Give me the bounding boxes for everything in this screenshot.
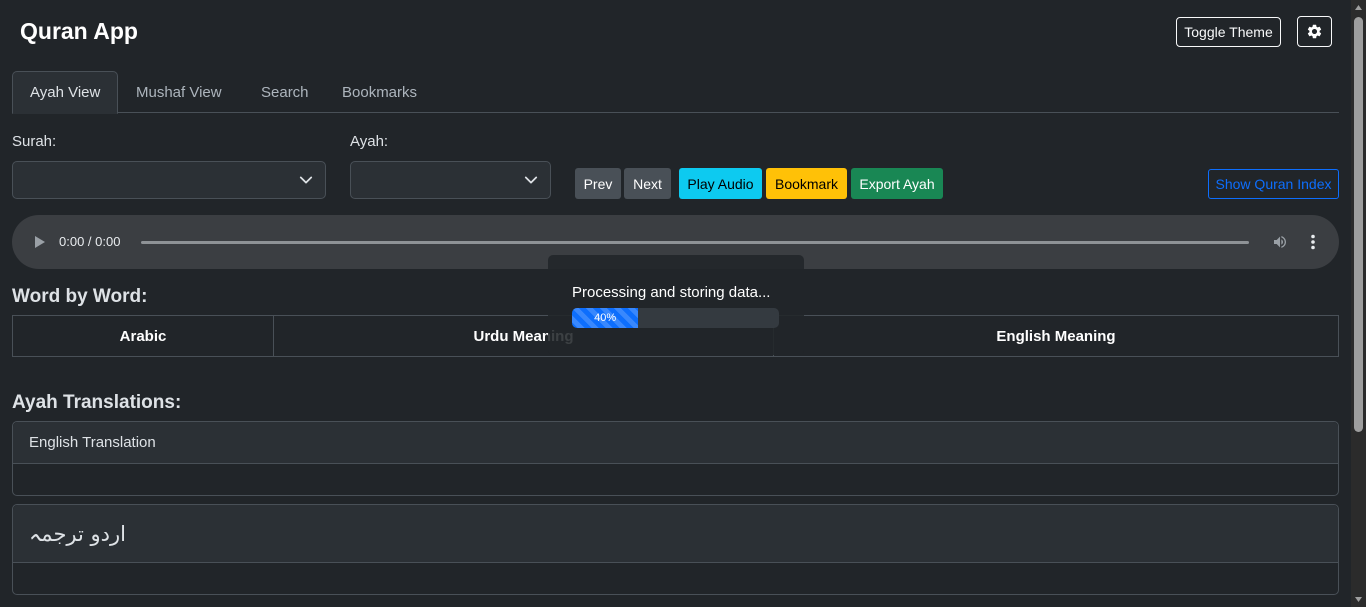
loading-progress-bar: 40%: [572, 308, 639, 328]
settings-button[interactable]: [1297, 16, 1332, 47]
chevron-down-icon: [524, 176, 538, 184]
column-header-english-meaning: English Meaning: [996, 327, 1116, 345]
scroll-down-icon[interactable]: [1354, 596, 1363, 603]
show-quran-index-button[interactable]: Show Quran Index: [1208, 169, 1339, 199]
ayah-select[interactable]: [350, 161, 551, 199]
bookmark-button[interactable]: Bookmark: [766, 168, 847, 199]
surah-label: Surah:: [12, 133, 57, 150]
export-ayah-button[interactable]: Export Ayah: [851, 168, 943, 199]
ayah-translations-heading: Ayah Translations:: [12, 392, 182, 413]
audio-time: 0:00 / 0:00: [59, 234, 121, 249]
english-translation-card: English Translation: [12, 421, 1339, 496]
tab-bookmarks[interactable]: Bookmarks: [325, 71, 434, 113]
toggle-theme-button[interactable]: Toggle Theme: [1176, 17, 1281, 47]
scrollbar-thumb[interactable]: [1354, 17, 1363, 432]
play-audio-button[interactable]: Play Audio: [679, 168, 762, 199]
word-by-word-heading: Word by Word:: [12, 286, 148, 307]
volume-icon[interactable]: [1271, 234, 1289, 250]
urdu-translation-card: اردو ترجمہ: [12, 504, 1339, 595]
english-translation-header: English Translation: [13, 422, 1338, 464]
surah-select[interactable]: [12, 161, 326, 199]
app-title: Quran App: [20, 18, 138, 44]
tab-mushaf-view[interactable]: Mushaf View: [119, 71, 239, 113]
column-header-arabic: Arabic: [13, 316, 274, 356]
audio-seek-bar[interactable]: [141, 241, 1249, 244]
prev-button[interactable]: Prev: [575, 168, 621, 199]
urdu-translation-header: اردو ترجمہ: [13, 505, 1338, 563]
loading-message: Processing and storing data...: [572, 284, 771, 301]
page-scrollbar[interactable]: [1351, 0, 1366, 607]
more-options-icon[interactable]: [1310, 234, 1316, 250]
loading-progress: 40%: [572, 308, 779, 328]
tab-ayah-view[interactable]: Ayah View: [12, 71, 119, 114]
view-tabs: Ayah View Mushaf View Search Bookmarks: [12, 71, 1339, 114]
gear-icon: [1307, 24, 1322, 39]
chevron-down-icon: [299, 176, 313, 184]
tab-search[interactable]: Search: [244, 71, 326, 113]
loading-overlay: Processing and storing data... 40%: [548, 255, 804, 355]
next-button[interactable]: Next: [624, 168, 671, 199]
scroll-up-icon[interactable]: [1354, 4, 1363, 11]
play-icon[interactable]: [34, 235, 46, 249]
ayah-label: Ayah:: [350, 133, 389, 150]
